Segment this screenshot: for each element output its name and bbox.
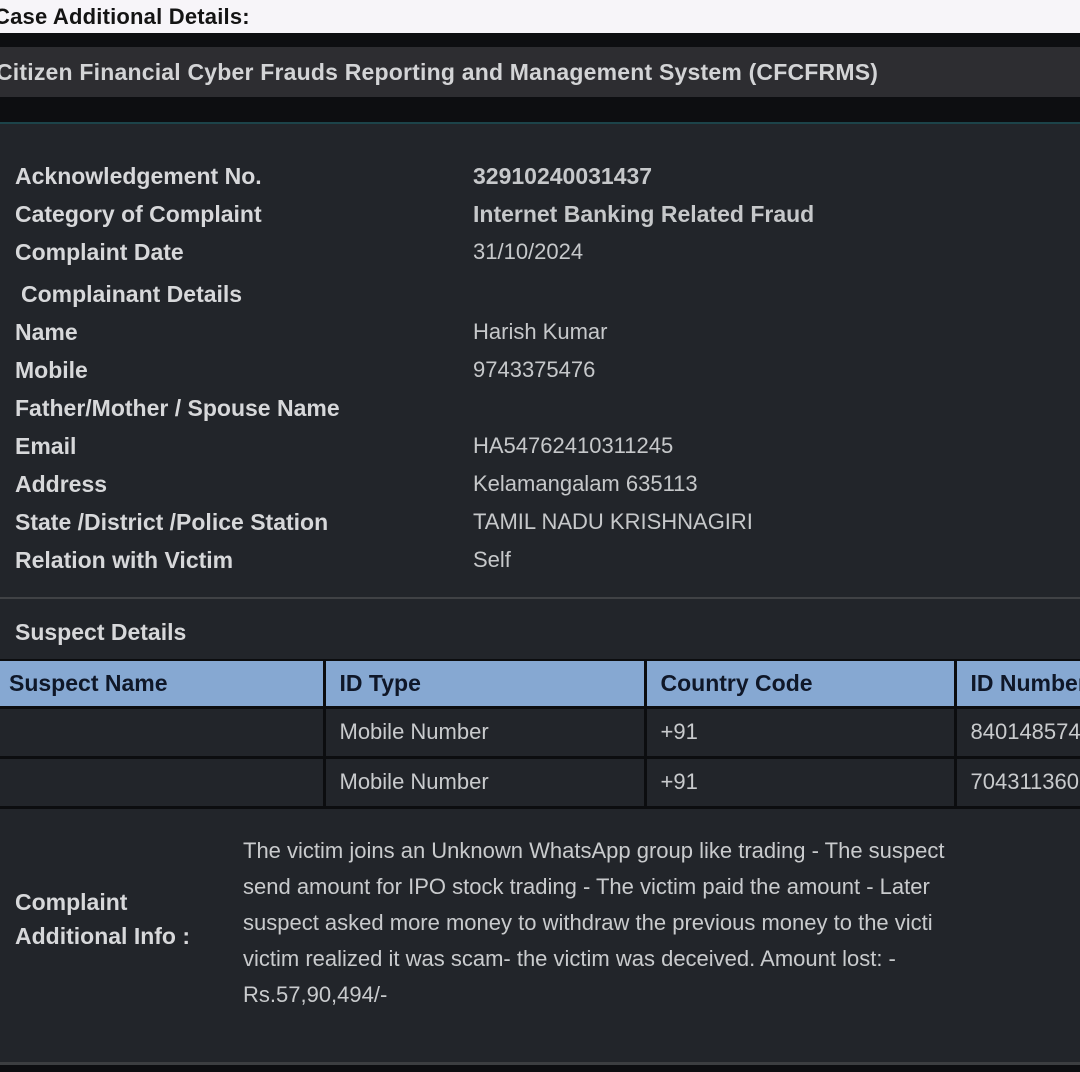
field-value: 31/10/2024	[473, 239, 583, 265]
field-label: Relation with Victim	[0, 547, 473, 574]
suspect-table-header-row: Suspect Name ID Type Country Code ID Num…	[0, 660, 1080, 707]
field-value: Harish Kumar	[473, 319, 607, 345]
info-line: Rs.57,90,494/-	[243, 977, 945, 1013]
field-row-relation-with-victim: Relation with Victim Self	[0, 541, 1080, 579]
spacer	[0, 33, 1080, 47]
field-value: TAMIL NADU KRISHNAGIRI	[473, 509, 753, 535]
spacer	[0, 97, 1080, 122]
cfcfrms-banner-title: Citizen Financial Cyber Frauds Reporting…	[0, 59, 878, 86]
field-row-parent-spouse: Father/Mother / Spouse Name	[0, 389, 1080, 427]
field-value: Self	[473, 547, 511, 573]
column-header-country-code: Country Code	[645, 660, 955, 707]
cell-suspect-name	[0, 757, 324, 807]
cell-id-type: Mobile Number	[324, 707, 645, 757]
field-label: Address	[0, 471, 473, 498]
column-header-id-number: ID Number	[955, 660, 1080, 707]
info-line: The victim joins an Unknown WhatsApp gro…	[243, 833, 945, 869]
field-row-email: Email HA54762410311245	[0, 427, 1080, 465]
field-row-address: Address Kelamangalam 635113	[0, 465, 1080, 503]
field-value: 9743375476	[473, 357, 595, 383]
info-line: victim realized it was scam- the victim …	[243, 941, 945, 977]
field-label: Mobile	[0, 357, 473, 384]
cell-country-code: +91	[645, 707, 955, 757]
cell-id-number: 704311360	[955, 757, 1080, 807]
info-line: send amount for IPO stock trading - The …	[243, 869, 945, 905]
field-value: Internet Banking Related Fraud	[473, 201, 814, 228]
field-label: State /District /Police Station	[0, 509, 473, 536]
field-value: Kelamangalam 635113	[473, 471, 698, 497]
column-header-id-type: ID Type	[324, 660, 645, 707]
cell-id-type: Mobile Number	[324, 757, 645, 807]
page-title: Case Additional Details:	[0, 4, 250, 30]
suspect-table: Suspect Name ID Type Country Code ID Num…	[0, 659, 1080, 809]
field-label: Complaint Date	[0, 239, 473, 266]
field-label: Father/Mother / Spouse Name	[0, 395, 473, 422]
cell-id-number: 840148574	[955, 707, 1080, 757]
cfcfrms-banner: Citizen Financial Cyber Frauds Reporting…	[0, 47, 1080, 97]
field-label: Email	[0, 433, 473, 460]
screen: Case Additional Details: Citizen Financi…	[0, 0, 1080, 1072]
complaint-detail-panel: Acknowledgement No. 32910240031437 Categ…	[0, 122, 1080, 1062]
spacer	[0, 1065, 1080, 1072]
field-label: Acknowledgement No.	[0, 163, 473, 190]
field-row-complaint-date: Complaint Date 31/10/2024	[0, 233, 1080, 271]
complainant-details-heading: Complainant Details	[0, 275, 1080, 313]
complaint-additional-info: Complaint Additional Info : The victim j…	[0, 833, 1080, 1013]
table-row: Mobile Number +91 840148574	[0, 707, 1080, 757]
field-row-mobile: Mobile 9743375476	[0, 351, 1080, 389]
column-header-suspect-name: Suspect Name	[0, 660, 324, 707]
field-row-state-district-ps: State /District /Police Station TAMIL NA…	[0, 503, 1080, 541]
field-label: Category of Complaint	[0, 201, 473, 228]
top-strip: Case Additional Details:	[0, 0, 1080, 33]
suspect-details-heading: Suspect Details	[0, 615, 1080, 649]
complaint-additional-info-label: Complaint Additional Info :	[0, 833, 243, 1013]
cell-country-code: +91	[645, 757, 955, 807]
field-row-acknowledgement-no: Acknowledgement No. 32910240031437	[0, 157, 1080, 195]
field-row-category: Category of Complaint Internet Banking R…	[0, 195, 1080, 233]
section-divider	[0, 597, 1080, 599]
field-value: HA54762410311245	[473, 433, 673, 459]
complaint-additional-info-text: The victim joins an Unknown WhatsApp gro…	[243, 833, 945, 1013]
field-row-name: Name Harish Kumar	[0, 313, 1080, 351]
cell-suspect-name	[0, 707, 324, 757]
field-label: Name	[0, 319, 473, 346]
field-value: 32910240031437	[473, 163, 652, 190]
info-line: suspect asked more money to withdraw the…	[243, 905, 945, 941]
table-row: Mobile Number +91 704311360	[0, 757, 1080, 807]
